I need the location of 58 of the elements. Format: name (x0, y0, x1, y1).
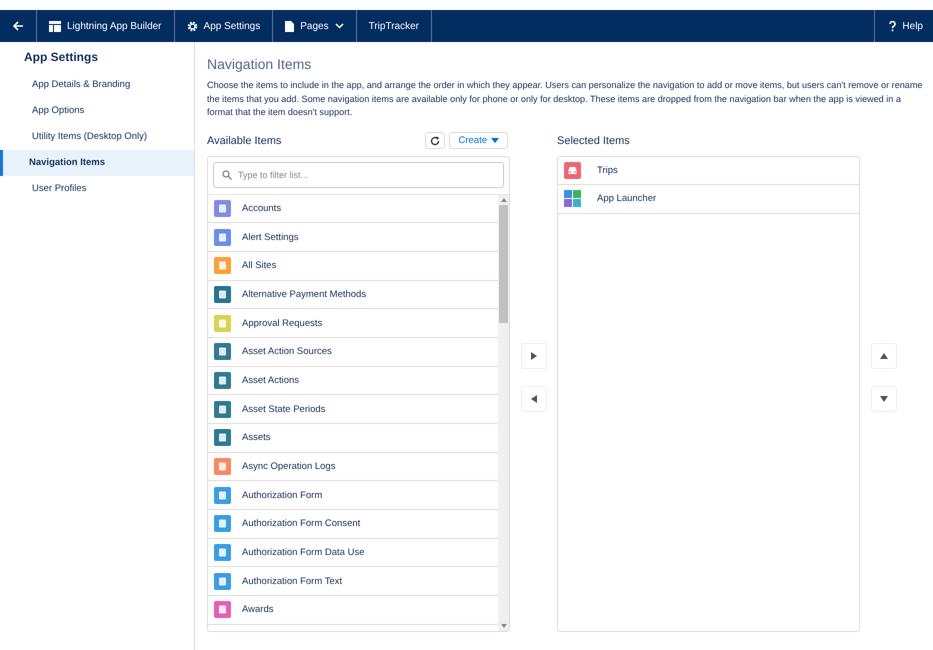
list-item[interactable]: Accounts (208, 194, 498, 224)
triangle-up-icon (880, 352, 888, 358)
move-up-button[interactable] (870, 342, 896, 368)
move-left-button[interactable] (520, 386, 546, 412)
list-item[interactable]: Assets (208, 424, 498, 453)
scroll-down-icon (500, 624, 506, 628)
sidebar-item[interactable]: Navigation Items (0, 150, 194, 176)
scroll-thumb[interactable] (499, 204, 508, 322)
help-button[interactable]: Help (874, 10, 933, 42)
triangle-down-icon (880, 396, 888, 402)
sidebar-item[interactable]: User Profiles (0, 176, 194, 202)
nav-tab[interactable]: Lightning App Builder (37, 10, 175, 42)
available-items-heading: Available Items (207, 134, 282, 146)
car-icon (564, 162, 581, 179)
list-item[interactable]: Authorization Form Data Use (208, 538, 498, 568)
sidebar-item[interactable]: App Details & Branding (0, 72, 194, 98)
sidebar-item[interactable]: App Options (0, 98, 194, 124)
nav-tab[interactable]: Pages (273, 10, 357, 42)
create-button[interactable]: Create (449, 132, 508, 149)
document-icon (285, 20, 294, 32)
list-item[interactable]: Alternative Payment Methods (208, 280, 498, 310)
list-item[interactable]: Trips (558, 156, 859, 185)
list-item[interactable]: All Sites (208, 252, 498, 281)
search-icon (222, 170, 232, 180)
scrollbar[interactable] (498, 194, 509, 630)
app-grid-icon (564, 190, 581, 208)
nav-tab[interactable]: App Settings (174, 10, 274, 42)
list-item[interactable]: Authorization Form (208, 481, 498, 510)
list-item[interactable]: Async Operation Logs (208, 452, 498, 482)
move-down-button[interactable] (870, 386, 896, 412)
move-right-button[interactable] (520, 342, 546, 368)
chevron-down-icon (334, 23, 344, 29)
list-item[interactable]: Asset Actions (208, 366, 498, 396)
list-item[interactable]: Asset Action Sources (208, 338, 498, 367)
sidebar-title: App Settings (23, 50, 99, 66)
refresh-icon (430, 136, 440, 146)
list-item[interactable]: Authorization Form Text (208, 567, 498, 596)
settings-icon (186, 20, 198, 32)
back-arrow-icon (12, 20, 24, 32)
triangle-right-icon (530, 352, 536, 360)
caret-down-icon (491, 138, 499, 144)
list-item[interactable]: App Launcher (558, 185, 859, 214)
list-item[interactable]: Awards (208, 596, 498, 625)
question-icon (889, 20, 896, 32)
triangle-left-icon (530, 394, 536, 402)
list-item[interactable]: Asset State Periods (208, 395, 498, 424)
scroll-up-icon (500, 198, 506, 202)
refresh-button[interactable] (425, 132, 446, 149)
list-item[interactable]: Authorization Form Consent (208, 510, 498, 539)
search-field[interactable]: Type to filter list... (213, 162, 504, 188)
layout-icon (49, 20, 61, 32)
page-title: Navigation Items (207, 56, 312, 73)
description-text: Choose the items to include in the app, and arrange the order in which they appear. Users can personalize the navigation to add or move items, but users can't remove or rename the items that you add. Some navigation items are available only for phone or only for desktop. These items are dropped from the navigation bar when the app is viewed in a format that the item doesn't support. (207, 79, 923, 119)
sidebar-item[interactable]: Utility Items (Desktop Only) (0, 124, 194, 150)
selected-items-heading: Selected Items (557, 134, 630, 146)
nav-tab[interactable]: TripTracker (356, 10, 432, 42)
list-item[interactable]: Approval Requests (208, 309, 498, 338)
list-item[interactable]: Alert Settings (208, 223, 498, 252)
